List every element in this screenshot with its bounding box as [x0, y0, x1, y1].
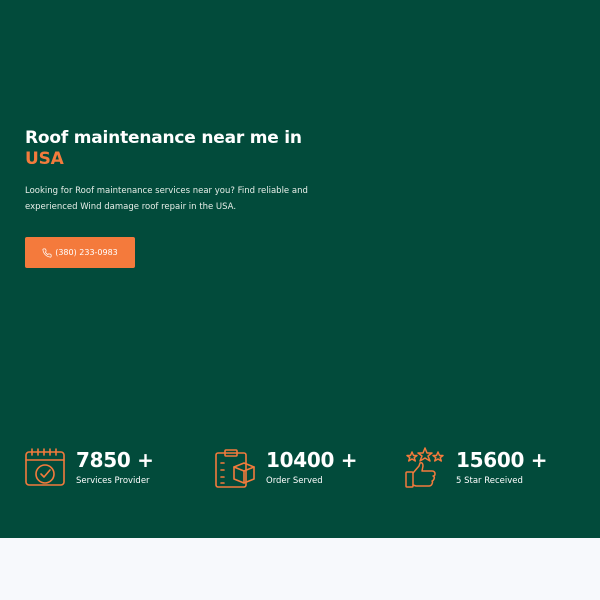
hero-title-text: Roof maintenance near me in [25, 128, 302, 148]
stat-services-provider: 7850 + Services Provider [24, 447, 154, 489]
calendar-check-icon [25, 448, 65, 486]
stat-order-served: 10400 + Order Served [214, 447, 358, 489]
stat-5-star-received: 15600 + 5 Star Received [404, 447, 548, 489]
stat-value: 15600 + [456, 448, 548, 472]
hero-title: Roof maintenance near me in USA [25, 128, 325, 170]
stat-value: 7850 + [76, 448, 154, 472]
hero-section: Roof maintenance near me in USA Looking … [0, 0, 600, 538]
thumbs-up-stars-icon [405, 447, 444, 488]
hero-title-accent: USA [25, 149, 64, 169]
call-button[interactable]: (380) 233-0983 [25, 237, 135, 268]
stat-value: 10400 + [266, 448, 358, 472]
stat-label: Order Served [266, 476, 323, 486]
stat-label: 5 Star Received [456, 476, 523, 486]
hero-description: Looking for Roof maintenance services ne… [25, 186, 308, 212]
phone-icon [42, 247, 52, 257]
clipboard-box-icon [215, 449, 255, 488]
next-section [0, 538, 600, 600]
stat-label: Services Provider [76, 476, 150, 486]
call-button-label: (380) 233-0983 [55, 248, 118, 257]
